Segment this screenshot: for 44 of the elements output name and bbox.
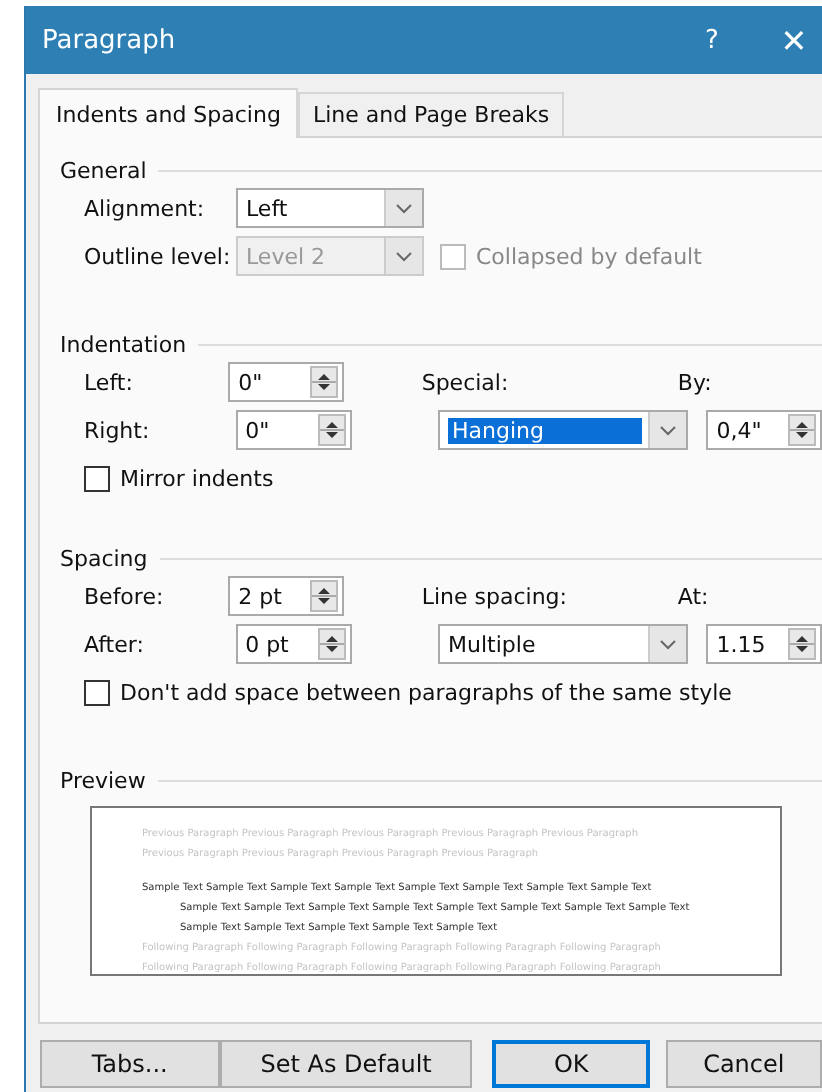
spin-field[interactable]: 1.15 [706,624,822,664]
field-label: Left: [84,369,135,395]
chevron-down-icon [660,639,677,649]
dialog-button[interactable]: Tabs... [40,1040,220,1088]
field-label: After: [84,631,146,657]
dialog-button[interactable]: OK [492,1040,650,1088]
spin-arrows-icon[interactable] [317,414,346,446]
dropdown[interactable]: Hanging [438,410,689,450]
chevron-down-icon [660,425,677,435]
field-label: By: [677,369,714,395]
spin-arrows-icon[interactable] [310,580,339,612]
tab[interactable]: Line and Page Breaks [298,92,564,136]
field-label: Alignment: [84,195,207,221]
spin-field[interactable]: 0" [228,362,345,402]
section-title: Indentation [60,332,187,358]
dropdown[interactable]: Multiple [438,624,689,664]
close-button[interactable]: ✕ [770,21,818,59]
checkbox[interactable]: Mirror indents [84,465,274,491]
chevron-down-icon [396,251,412,261]
section-title: General [60,158,147,184]
field-label: At: [677,583,711,609]
window-title: Paragraph [42,25,178,55]
spin-arrows-icon[interactable] [788,414,816,446]
spin-arrows-icon[interactable] [317,628,346,660]
spin-arrows-icon[interactable] [788,628,816,660]
spin-field[interactable]: 2 pt [228,576,345,616]
spin-arrows-icon[interactable] [310,366,339,398]
dialog-button[interactable]: Set As Default [219,1040,473,1088]
field-label: Line spacing: [421,583,569,609]
spin-field[interactable]: 0" [235,410,352,450]
help-button[interactable]: ? [682,25,742,55]
field-label: Right: [84,417,152,443]
spin-field[interactable]: 0 pt [235,624,352,664]
spin-field[interactable]: 0,4" [706,410,822,450]
dropdown[interactable]: Left [236,188,424,228]
section-title: Preview [60,768,146,794]
chevron-down-icon [396,203,412,213]
checkbox[interactable]: Don't add space between paragraphs of the same style [84,679,732,705]
dialog-button[interactable]: Cancel [665,1040,822,1088]
tab[interactable]: Indents and Spacing [38,88,299,138]
field-label: Outline level: [84,243,233,269]
section-title: Spacing [60,546,148,572]
field-label: Special: [421,369,511,395]
field-label: Before: [84,583,166,609]
